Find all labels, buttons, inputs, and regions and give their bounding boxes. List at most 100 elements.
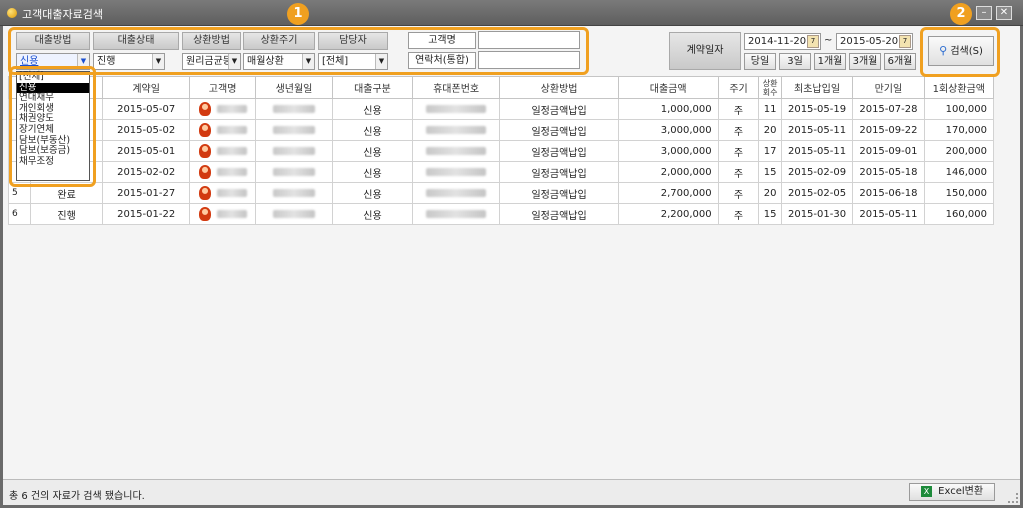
cell-repay-count: 20 (758, 182, 782, 204)
cell-cycle: 주 (717, 140, 760, 162)
cell-installment: 150,000 (923, 182, 995, 204)
cell-due-date: 2015-06-18 (852, 182, 925, 204)
table-row[interactable]: 2015-05-01 신용 일정금액납입 3,000,000 주 17 2015… (7, 140, 995, 162)
quick-3day-button[interactable]: 3일 (779, 53, 811, 70)
cell-due-date: 2015-05-18 (852, 161, 925, 183)
excel-icon: X (920, 485, 932, 497)
resize-grip-icon[interactable] (1008, 493, 1018, 503)
cell-repay-count: 20 (758, 119, 782, 141)
redacted-name (216, 105, 247, 113)
highlight-filter-area (8, 27, 589, 75)
customer-avatar-icon (198, 207, 211, 221)
results-table: 계약일 고객명 생년월일 대출구분 휴대폰번호 상환방법 대출금액 주기 상환회… (7, 76, 995, 225)
cell-loan-type: 신용 (332, 161, 413, 183)
customer-avatar-icon (198, 123, 211, 137)
calendar-icon[interactable]: 7 (807, 35, 819, 48)
date-to-input[interactable]: 2015-05-20 7 (836, 33, 913, 50)
table-row[interactable]: 5 완료 2015-01-27 신용 일정금액납입 2,700,000 주 20… (7, 182, 995, 204)
cell-phone (411, 182, 501, 204)
cell-amount: 2,200,000 (617, 203, 719, 225)
table-row[interactable]: 2015-02-02 신용 일정금액납입 2,000,000 주 15 2015… (7, 161, 995, 183)
cell-birthdate (254, 140, 334, 162)
cell-amount: 2,700,000 (617, 182, 719, 204)
cell-phone (411, 140, 501, 162)
status-bar: 총 6 건의 자료가 검색 됐습니다. X Excel변환 (3, 479, 1020, 505)
cell-birthdate (254, 182, 334, 204)
redacted-name (216, 126, 247, 134)
minimize-icon[interactable]: – (976, 6, 992, 20)
title-bar: 고객대출자료검색 – ✕ (0, 0, 1023, 26)
cell-birthdate (254, 203, 334, 225)
redacted-phone (426, 125, 487, 134)
col-header-amount[interactable]: 대출금액 (617, 76, 719, 99)
cell-cycle: 주 (717, 98, 760, 120)
col-header-repay-method[interactable]: 상환방법 (499, 76, 619, 99)
cell-contract-date: 2015-05-01 (101, 140, 191, 162)
cell-installment: 146,000 (923, 161, 995, 183)
redacted-name (216, 147, 247, 155)
excel-export-button[interactable]: X Excel변환 (909, 483, 995, 501)
col-header-installment[interactable]: 1회상환금액 (923, 76, 995, 99)
cell-amount: 2,000,000 (617, 161, 719, 183)
table-row[interactable]: 2015-05-02 신용 일정금액납입 3,000,000 주 20 2015… (7, 119, 995, 141)
col-header-loan-type[interactable]: 대출구분 (332, 76, 413, 99)
cell-phone (411, 98, 501, 120)
table-row[interactable]: 2015-05-07 신용 일정금액납입 1,000,000 주 11 2015… (7, 98, 995, 120)
close-icon[interactable]: ✕ (996, 6, 1012, 20)
cell-due-date: 2015-09-01 (852, 140, 925, 162)
col-header-phone[interactable]: 휴대폰번호 (411, 76, 501, 99)
cell-status: 진행 (30, 203, 103, 225)
cell-loan-type: 신용 (332, 182, 413, 204)
redacted-phone (426, 146, 487, 155)
contract-date-label: 계약일자 (669, 32, 741, 70)
cell-first-payment: 2015-02-05 (780, 182, 854, 204)
cell-birthdate (254, 98, 334, 120)
col-header-contract-date[interactable]: 계약일 (101, 76, 191, 99)
redacted-phone (426, 209, 487, 218)
cell-due-date: 2015-09-22 (852, 119, 925, 141)
cell-repay-count: 15 (758, 203, 782, 225)
cell-customer (189, 182, 256, 204)
customer-avatar-icon (198, 144, 211, 158)
cell-repay-method: 일정금액납입 (499, 98, 619, 120)
redacted-birthdate (272, 209, 315, 218)
quick-6month-button[interactable]: 6개월 (884, 53, 916, 70)
cell-due-date: 2015-05-11 (852, 203, 925, 225)
window-title: 고객대출자료검색 (22, 8, 103, 21)
calendar-icon[interactable]: 7 (899, 35, 911, 48)
cell-first-payment: 2015-01-30 (780, 203, 854, 225)
cell-installment: 160,000 (923, 203, 995, 225)
cell-installment: 100,000 (923, 98, 995, 120)
cell-customer (189, 98, 256, 120)
col-header-cycle[interactable]: 주기 (717, 76, 760, 99)
col-header-customer[interactable]: 고객명 (189, 76, 256, 99)
cell-installment: 170,000 (923, 119, 995, 141)
cell-installment: 200,000 (923, 140, 995, 162)
cell-repay-method: 일정금액납입 (499, 182, 619, 204)
col-header-birthdate[interactable]: 생년월일 (254, 76, 334, 99)
cell-birthdate (254, 119, 334, 141)
quick-1month-button[interactable]: 1개월 (814, 53, 846, 70)
cell-birthdate (254, 161, 334, 183)
cell-contract-date: 2015-05-02 (101, 119, 191, 141)
cell-first-payment: 2015-05-11 (780, 140, 854, 162)
quick-3month-button[interactable]: 3개월 (849, 53, 881, 70)
col-header-due-date[interactable]: 만기일 (852, 76, 925, 99)
cell-phone (411, 119, 501, 141)
app-icon (7, 8, 17, 18)
customer-avatar-icon (198, 102, 211, 116)
cell-repay-count: 17 (758, 140, 782, 162)
cell-repay-count: 11 (758, 98, 782, 120)
cell-loan-type: 신용 (332, 140, 413, 162)
date-from-input[interactable]: 2014-11-20 7 (744, 33, 821, 50)
cell-first-payment: 2015-05-19 (780, 98, 854, 120)
col-header-repay-count[interactable]: 상환회수 (758, 76, 782, 99)
cell-cycle: 주 (717, 119, 760, 141)
cell-repay-count: 15 (758, 161, 782, 183)
table-row[interactable]: 6 진행 2015-01-22 신용 일정금액납입 2,200,000 주 15… (7, 203, 995, 225)
cell-contract-date: 2015-05-07 (101, 98, 191, 120)
quick-today-button[interactable]: 당일 (744, 53, 776, 70)
cell-contract-date: 2015-01-22 (101, 203, 191, 225)
col-header-first-payment[interactable]: 최초납입일 (780, 76, 854, 99)
redacted-phone (426, 167, 487, 176)
